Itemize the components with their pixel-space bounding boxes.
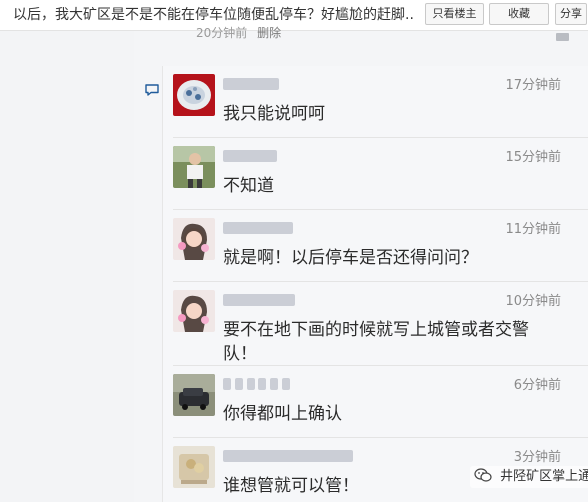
favorite-button[interactable]: 收藏 xyxy=(489,3,549,25)
reply-item: 11分钟前 就是啊！以后停车是否还得问问？ xyxy=(163,210,588,282)
delete-link[interactable]: 删除 xyxy=(257,26,281,40)
comment-icon[interactable] xyxy=(145,84,159,96)
username-blurred[interactable] xyxy=(223,448,353,462)
only-op-button[interactable]: 只看楼主 xyxy=(425,3,484,25)
reply-time: 10分钟前 xyxy=(505,294,561,309)
share-button[interactable]: 分享 xyxy=(555,3,587,25)
thread-header-bar: 以后，我大矿区是不是不能在停车位随便乱停车？好尴尬的赶脚... 只看楼主 收藏 … xyxy=(0,0,588,31)
reply-time: 6分钟前 xyxy=(513,378,561,393)
watermark: 井陉矿区掌上通 xyxy=(470,466,588,488)
avatar[interactable] xyxy=(173,218,215,260)
username-blurred[interactable] xyxy=(223,220,293,234)
reply-text: 我只能说呵呵 xyxy=(223,104,325,124)
reply-text: 你得都叫上确认 xyxy=(223,404,342,424)
username-blurred[interactable] xyxy=(223,292,295,306)
username-blurred[interactable] xyxy=(223,148,277,162)
avatar[interactable] xyxy=(173,290,215,332)
avatar[interactable] xyxy=(173,146,215,188)
avatar[interactable] xyxy=(173,446,215,488)
username-blurred[interactable] xyxy=(223,376,291,390)
avatar[interactable] xyxy=(173,74,215,116)
avatar[interactable] xyxy=(173,374,215,416)
reply-text: 要不在地下画的时候就写上城管或者交警队！ xyxy=(223,320,529,364)
reply-item: 6分钟前 你得都叫上确认 xyxy=(163,366,588,438)
username-blurred[interactable] xyxy=(223,76,279,90)
reply-text: 就是啊！以后停车是否还得问问？ xyxy=(223,248,478,268)
reply-item: 15分钟前 不知道 xyxy=(163,138,588,210)
reply-time: 11分钟前 xyxy=(505,222,561,237)
reply-time: 3分钟前 xyxy=(513,450,561,465)
reply-item: 10分钟前 要不在地下画的时候就写上城管或者交警队！ xyxy=(163,282,588,366)
left-blank-panel xyxy=(0,31,134,502)
previous-reply-time: 20分钟前 xyxy=(196,26,248,40)
thread-title[interactable]: 以后，我大矿区是不是不能在停车位随便乱停车？好尴尬的赶脚... xyxy=(13,5,413,25)
reply-time: 17分钟前 xyxy=(505,78,561,93)
reply-list: 17分钟前 我只能说呵呵 15分钟前 不知道 11分钟前 就是啊！以后停车是否还… xyxy=(162,66,588,502)
reply-count-badge[interactable] xyxy=(556,33,569,41)
previous-reply-meta: 20分钟前 删除 xyxy=(196,26,281,40)
reply-text: 不知道 xyxy=(223,176,274,196)
reply-time: 15分钟前 xyxy=(505,150,561,165)
reply-item: 17分钟前 我只能说呵呵 xyxy=(163,66,588,138)
watermark-text: 井陉矿区掌上通 xyxy=(500,469,588,484)
wechat-icon xyxy=(474,468,492,482)
